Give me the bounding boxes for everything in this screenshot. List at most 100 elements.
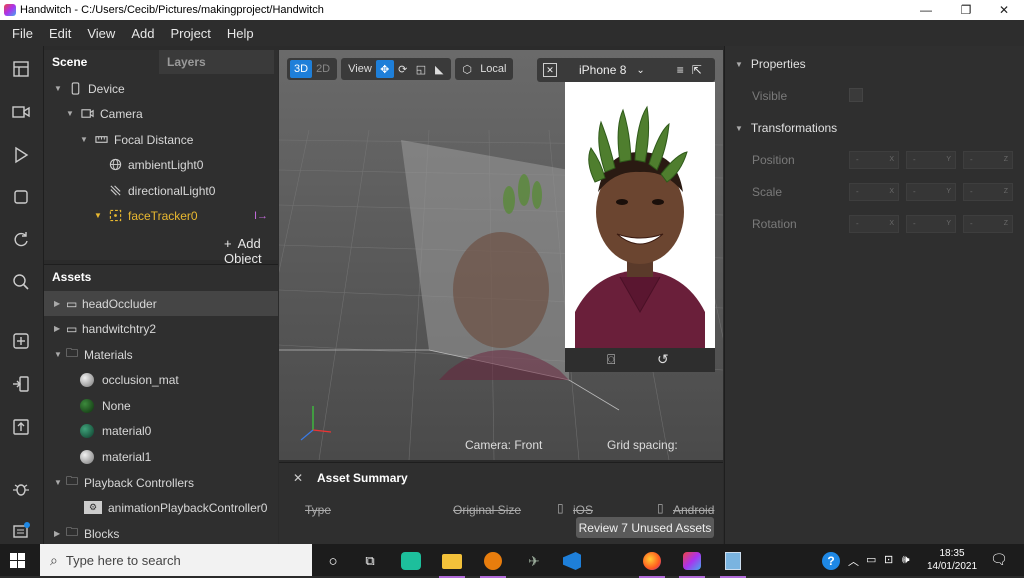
device-selector[interactable]: iPhone 8 [579, 63, 626, 77]
asset-item-handwitchtry2[interactable]: ▶ ▭ handwitchtry2 [44, 316, 278, 341]
close-simulator-icon[interactable]: ✕ [543, 63, 557, 77]
menu-icon[interactable]: ≡ [677, 63, 684, 77]
asset-item-occlusion-mat[interactable]: occlusion_mat [44, 367, 278, 392]
add-object-button[interactable]: + Add Object [224, 236, 278, 266]
scale-tool-icon[interactable]: ◱ [412, 60, 430, 78]
taskbar: ⌕ Type here to search ○ ⧉ ✈ ? ︿ ▭ ⊡ 🕪 18… [0, 544, 1024, 578]
menu-project[interactable]: Project [162, 26, 218, 41]
scale-z-field[interactable]: -Z [963, 183, 1013, 201]
chevron-up-icon[interactable]: ︿ [848, 553, 859, 569]
asset-folder-playback-controllers[interactable]: ▼ 🗀 Playback Controllers [44, 470, 278, 495]
link-arrow-icon[interactable]: I→ [254, 210, 268, 222]
notepad-app-icon[interactable] [718, 548, 748, 578]
external-link-icon[interactable]: ⇱ [692, 63, 702, 77]
scale-x-field[interactable]: -X [849, 183, 899, 201]
directional-light-icon [108, 184, 122, 198]
gitkraken-app-icon[interactable] [396, 548, 426, 574]
asset-item-playback-controller[interactable]: ⚙ animationPlaybackController0 [44, 495, 278, 520]
scale-y-field[interactable]: -Y [906, 183, 956, 201]
mode-2d-button[interactable]: 2D [312, 60, 334, 78]
rotate-device-icon[interactable]: ↺ [657, 351, 669, 368]
asset-item-material1[interactable]: material1 [44, 444, 278, 469]
tree-item-face-tracker[interactable]: ▼ faceTracker0 I→ [44, 203, 278, 228]
video-camera-icon[interactable] [10, 101, 32, 123]
properties-section-header[interactable]: ▼ Properties [735, 57, 806, 71]
tree-item-device[interactable]: ▼ Device [44, 76, 278, 101]
rotation-z-field[interactable]: -Z [963, 215, 1013, 233]
asset-item-material0[interactable]: material0 [44, 418, 278, 443]
tool-app-icon[interactable]: ✈ [519, 548, 549, 574]
menu-add[interactable]: Add [123, 26, 162, 41]
window-title-sep: - [71, 4, 82, 16]
rotation-x-field[interactable]: -X [849, 215, 899, 233]
import-icon[interactable] [10, 373, 32, 395]
android-phone-icon: ▯ [657, 501, 664, 515]
move-tool-icon[interactable]: ✥ [375, 60, 394, 78]
position-y-field[interactable]: -Y [906, 151, 956, 169]
battery-icon[interactable]: ▭ [866, 553, 876, 566]
windows-start-icon[interactable] [10, 553, 25, 568]
firefox-app-icon[interactable] [637, 548, 667, 578]
tree-item-focal-distance[interactable]: ▼ Focal Distance [44, 127, 278, 152]
capture-icon[interactable]: ⌼ [607, 351, 615, 368]
task-view-icon[interactable]: ⧉ [355, 548, 385, 574]
menu-help[interactable]: Help [219, 26, 262, 41]
asset-label: handwitchtry2 [82, 321, 157, 336]
spark-ar-app-icon[interactable] [677, 548, 707, 578]
upload-icon[interactable] [10, 416, 32, 438]
rotate-tool-icon[interactable]: ⟳ [394, 60, 412, 78]
asset-label: material0 [102, 423, 152, 438]
tree-item-ambient-light[interactable]: ambientLight0 [44, 152, 278, 177]
blender-app-icon[interactable] [478, 548, 508, 578]
close-icon[interactable]: ✕ [293, 471, 303, 485]
title-bar: Handwitch - C:/Users/Cecib/Pictures/maki… [0, 0, 1024, 20]
mode-3d-button[interactable]: 3D [290, 60, 313, 78]
taskbar-search[interactable]: ⌕ Type here to search [40, 544, 312, 576]
asset-folder-blocks[interactable]: ▶ 🗀 Blocks [44, 521, 278, 546]
menu-view[interactable]: View [79, 26, 123, 41]
play-icon[interactable] [10, 144, 32, 166]
focal-distance-icon [94, 133, 108, 147]
notifications-icon[interactable]: 🗨 [990, 551, 1008, 568]
playback-controller-icon: ⚙ [84, 501, 102, 514]
network-icon[interactable]: ⊡ [884, 553, 893, 566]
position-x-field[interactable]: -X [849, 151, 899, 169]
stop-icon[interactable] [10, 186, 32, 208]
view-menu-button[interactable]: View [344, 60, 376, 78]
asset-folder-materials[interactable]: ▼ 🗀 Materials [44, 342, 278, 367]
chevron-down-icon[interactable]: ⌄ [636, 65, 644, 76]
maximize-button[interactable]: ❐ [946, 0, 986, 20]
vscode-app-icon[interactable] [557, 548, 587, 574]
volume-icon[interactable]: 🕪 [902, 552, 910, 567]
minimize-button[interactable]: — [906, 0, 946, 20]
visible-checkbox[interactable] [849, 88, 863, 102]
local-space-button[interactable]: Local [476, 60, 510, 78]
position-z-field[interactable]: -Z [963, 151, 1013, 169]
refresh-icon[interactable] [10, 228, 32, 250]
rotation-y-field[interactable]: -Y [906, 215, 956, 233]
grid-spacing-caption: Grid spacing: [607, 438, 678, 452]
add-asset-icon[interactable] [10, 330, 32, 352]
tab-scene[interactable]: Scene [44, 50, 159, 74]
layout-icon[interactable] [10, 58, 32, 80]
close-window-button[interactable]: ✕ [984, 0, 1024, 20]
review-unused-assets-button[interactable]: Review 7 Unused Assets [576, 517, 714, 538]
asset-item-none[interactable]: None [44, 393, 278, 418]
file-explorer-app-icon[interactable] [437, 548, 467, 578]
more-tools-icon[interactable]: ◣ [430, 60, 448, 78]
scene-viewport[interactable]: 3D 2D View ✥ ⟳ ◱ ◣ ⬡ Local ✕ iPhone 8 ⌄ … [279, 50, 723, 460]
transformations-section-header[interactable]: ▼ Transformations [735, 121, 837, 135]
menu-edit[interactable]: Edit [41, 26, 79, 41]
bug-icon[interactable] [10, 478, 32, 500]
news-icon[interactable] [10, 520, 32, 542]
cortana-icon[interactable]: ○ [318, 548, 348, 574]
asset-item-headoccluder[interactable]: ▶ ▭ headOccluder [44, 291, 278, 316]
tab-layers[interactable]: Layers [159, 50, 274, 74]
menu-file[interactable]: File [4, 26, 41, 41]
tree-item-directional-light[interactable]: directionalLight0 [44, 178, 278, 203]
clock[interactable]: 18:35 14/01/2021 [924, 547, 980, 573]
help-icon[interactable]: ? [822, 552, 840, 570]
search-icon[interactable] [10, 271, 32, 293]
asset-label: occlusion_mat [102, 372, 179, 387]
tree-item-camera[interactable]: ▼ Camera [44, 101, 278, 126]
